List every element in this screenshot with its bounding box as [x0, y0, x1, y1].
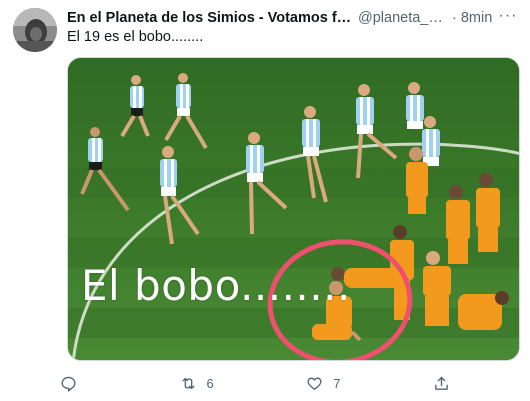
separator-dot: ·	[452, 10, 457, 26]
tweet-text: El 19 es el bobo........	[67, 29, 204, 45]
display-name[interactable]: En el Planeta de los Simios - Votamos fa…	[67, 10, 353, 26]
like-button[interactable]: 7	[306, 375, 340, 392]
heart-icon	[307, 377, 322, 390]
more-options-icon[interactable]: ···	[497, 5, 519, 27]
user-handle[interactable]: @planeta_si...	[358, 10, 448, 26]
reply-icon	[61, 376, 76, 392]
retweet-icon	[182, 377, 194, 389]
reply-button[interactable]	[60, 375, 87, 392]
retweet-button[interactable]: 6	[180, 375, 214, 392]
timestamp[interactable]: 8min	[461, 10, 492, 26]
tweet-media[interactable]: El bobo........	[67, 57, 520, 361]
share-button[interactable]	[433, 375, 460, 392]
tweet-header: En el Planeta de los Simios - Votamos fa…	[67, 7, 519, 27]
football-photo	[68, 58, 519, 360]
retweet-count: 6	[206, 375, 214, 391]
like-count: 7	[333, 375, 341, 391]
action-bar: 6 7	[60, 371, 460, 395]
avatar-photo-icon	[13, 8, 57, 52]
share-icon	[435, 376, 448, 390]
meme-caption: El bobo........	[81, 261, 351, 310]
avatar[interactable]	[13, 8, 57, 52]
